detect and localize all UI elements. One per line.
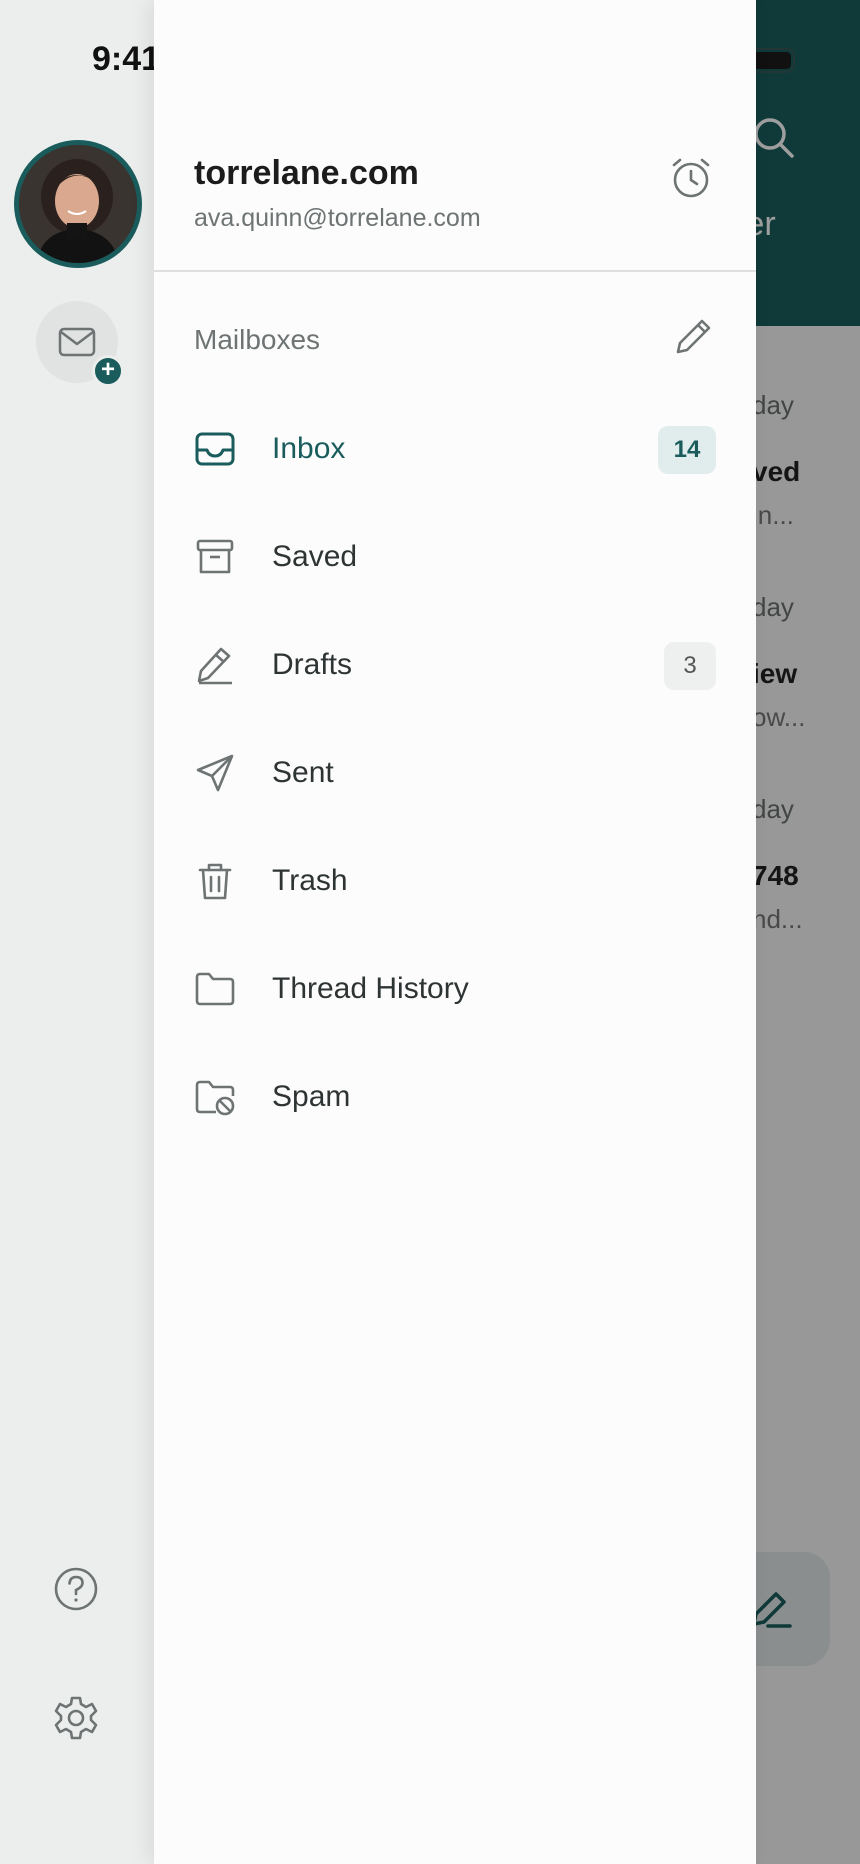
unread-count-badge: 14 bbox=[658, 426, 716, 474]
mailbox-item-saved[interactable]: Saved bbox=[154, 512, 756, 602]
mailbox-drawer: torrelane.com ava.quinn@torrelane.com Ma… bbox=[154, 0, 756, 1864]
add-account-button[interactable]: + bbox=[36, 301, 124, 387]
mailbox-item-sent[interactable]: Sent bbox=[154, 728, 756, 818]
pencil-icon bbox=[197, 647, 232, 685]
account-rail: + bbox=[0, 0, 154, 1864]
folder-block-icon bbox=[195, 1080, 235, 1116]
mailboxes-section-label: Mailboxes bbox=[194, 324, 321, 355]
mailbox-label: Drafts bbox=[272, 648, 353, 681]
mailbox-item-drafts[interactable]: Drafts 3 bbox=[154, 620, 756, 710]
draft-count-badge: 3 bbox=[664, 642, 716, 690]
edit-mailboxes-icon[interactable] bbox=[674, 316, 714, 356]
help-icon[interactable] bbox=[53, 1566, 99, 1612]
account-email: ava.quinn@torrelane.com bbox=[194, 204, 481, 232]
mailbox-item-spam[interactable]: Spam bbox=[154, 1052, 756, 1142]
drawer-header: torrelane.com ava.quinn@torrelane.com bbox=[154, 0, 756, 272]
mailbox-item-inbox[interactable]: Inbox 14 bbox=[154, 404, 756, 494]
mailbox-label: Sent bbox=[272, 756, 334, 789]
account-domain: torrelane.com bbox=[194, 154, 419, 192]
send-icon bbox=[196, 754, 234, 792]
plus-icon: + bbox=[92, 355, 124, 387]
mailbox-label: Inbox bbox=[272, 432, 346, 465]
mailbox-label: Trash bbox=[272, 864, 348, 897]
mailbox-item-trash[interactable]: Trash bbox=[154, 836, 756, 926]
folder-icon bbox=[195, 972, 235, 1006]
avatar-photo bbox=[19, 145, 137, 263]
alarm-clock-icon[interactable] bbox=[670, 156, 712, 200]
mailbox-label: Saved bbox=[272, 540, 358, 573]
inbox-icon bbox=[195, 432, 235, 466]
status-time: 9:41 bbox=[92, 40, 161, 78]
mailbox-label: Spam bbox=[272, 1080, 351, 1113]
mailbox-label: Thread History bbox=[272, 972, 469, 1005]
mail-icon bbox=[58, 327, 96, 357]
archive-icon bbox=[196, 539, 234, 574]
avatar[interactable] bbox=[14, 140, 142, 268]
trash-icon bbox=[198, 863, 232, 900]
gear-icon[interactable] bbox=[52, 1694, 100, 1742]
mailbox-item-thread-history[interactable]: Thread History bbox=[154, 944, 756, 1034]
